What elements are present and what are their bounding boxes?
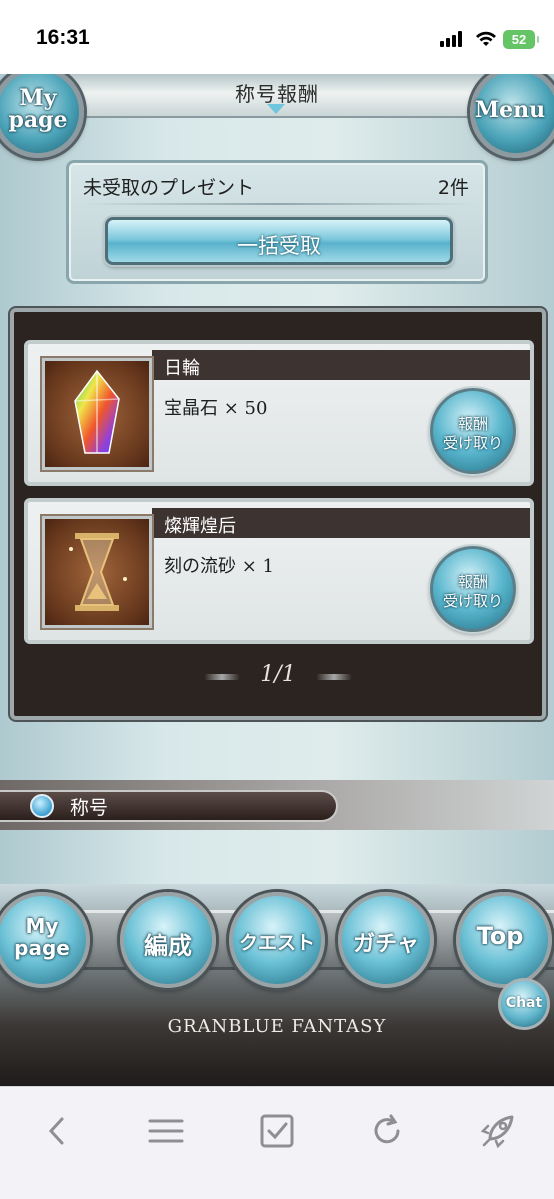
nav-top-label: Top (476, 922, 524, 950)
present-count: 2件 (437, 177, 469, 199)
signal-icon (440, 31, 466, 47)
rocket-icon[interactable] (476, 1109, 520, 1153)
menu-corner-label: Menu (474, 97, 546, 123)
receive-label-1: 報酬 (457, 573, 488, 591)
reward-name-bar (152, 350, 530, 380)
ornament-icon (267, 104, 285, 114)
game-logo: GRANBLUE FANTASY (167, 1016, 387, 1037)
title-tab-label: 称号 (70, 797, 109, 819)
nav-quest-button[interactable]: クエスト (229, 892, 325, 988)
nav-party-button[interactable]: 編成 (120, 892, 216, 988)
back-icon[interactable] (36, 1109, 80, 1153)
reward-item: 燦輝煌后 刻の流砂 × 1 報酬 受け取り (24, 498, 534, 644)
checkbox-icon[interactable] (255, 1109, 299, 1153)
nav-mypage-label-2: page (14, 936, 70, 960)
divider (81, 203, 473, 205)
chat-label: Chat (505, 995, 543, 1011)
menu-icon[interactable] (144, 1109, 188, 1153)
reward-list-panel: 日輪 宝晶石 × 50 報酬 受け取り 燦輝煌后 刻の流砂 × 1 報酬 受け取… (10, 308, 546, 720)
reload-icon[interactable] (365, 1109, 409, 1153)
receive-reward-button[interactable]: 報酬 受け取り (430, 388, 516, 474)
nav-gacha-button[interactable]: ガチャ (338, 892, 434, 988)
game-screen: 称号 報酬 My page Menu 未受取のプレゼント 2件 一括受取 日輪 宝… (0, 74, 554, 1086)
pager-next-ornament[interactable] (316, 674, 352, 680)
receive-label-2: 受け取り (442, 592, 503, 610)
nav-quest-label: クエスト (238, 932, 315, 954)
reward-item-text: 宝晶石 × 50 (164, 398, 268, 419)
rainbow-crystal-icon (42, 358, 152, 470)
present-label: 未受取のプレゼント (83, 177, 255, 199)
reward-item-text: 刻の流砂 × 1 (164, 556, 274, 577)
nav-top-button[interactable]: Top (456, 892, 552, 988)
back-arrow-icon[interactable] (30, 794, 54, 818)
reward-name: 燦輝煌后 (164, 516, 236, 537)
menu-corner-button[interactable]: Menu (470, 74, 554, 158)
hourglass-sand-icon (42, 516, 152, 628)
bulk-receive-label: 一括受取 (237, 234, 321, 258)
status-time: 16:31 (36, 26, 90, 49)
wifi-icon (476, 31, 496, 46)
nav-party-label: 編成 (144, 932, 192, 960)
receive-label-1: 報酬 (457, 415, 488, 433)
present-box: 未受取のプレゼント 2件 一括受取 (66, 160, 488, 284)
mypage-corner-button[interactable]: My page (0, 74, 84, 158)
page-indicator: 1/1 (260, 662, 296, 687)
bulk-receive-button[interactable]: 一括受取 (105, 217, 453, 265)
browser-toolbar (0, 1086, 554, 1199)
status-bar: 16:31 52 (0, 0, 554, 74)
mypage-corner-label-1: My (19, 85, 57, 111)
nav-mypage-label-1: My (25, 914, 59, 938)
battery-icon: 52 (503, 30, 539, 49)
reward-item: 日輪 宝晶石 × 50 報酬 受け取り (24, 340, 534, 486)
receive-label-2: 受け取り (442, 434, 503, 452)
nav-gacha-label: ガチャ (353, 932, 419, 957)
receive-reward-button[interactable]: 報酬 受け取り (430, 546, 516, 632)
reward-name: 日輪 (164, 358, 200, 379)
mypage-corner-label-2: page (8, 107, 68, 133)
